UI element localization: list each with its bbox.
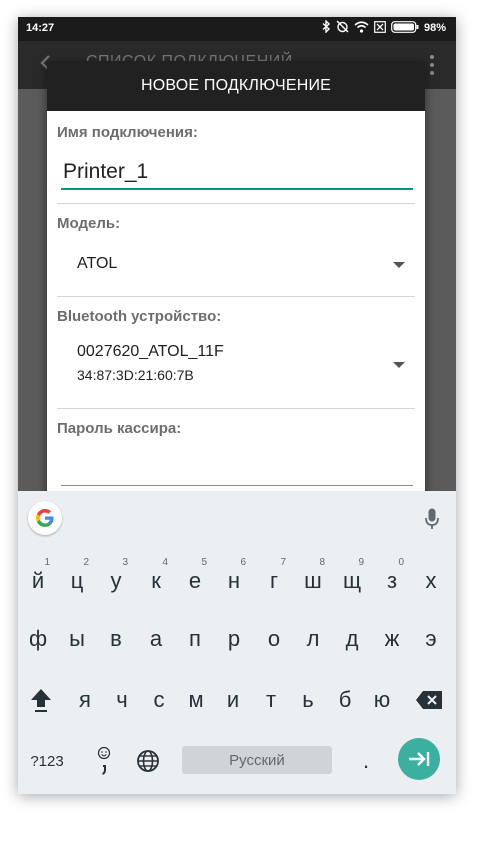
- bluetooth-device-select[interactable]: 0027620_ATOL_11F 34:87:3D:21:60:7B: [57, 333, 415, 403]
- divider: [57, 408, 415, 409]
- microphone-icon[interactable]: [425, 508, 439, 534]
- status-bar: 14:27 98%: [18, 17, 456, 41]
- emoji-comma-key[interactable]: [84, 733, 124, 789]
- period-key[interactable]: .: [346, 733, 386, 789]
- overflow-menu-icon[interactable]: [430, 55, 434, 79]
- key[interactable]: ы: [57, 611, 97, 667]
- key[interactable]: з0: [372, 553, 412, 609]
- key[interactable]: е5: [175, 553, 215, 609]
- bluetooth-device-name: 0027620_ATOL_11F: [77, 343, 224, 360]
- key[interactable]: ц2: [57, 553, 97, 609]
- symbols-key[interactable]: ?123: [24, 733, 70, 789]
- key[interactable]: н6: [214, 553, 254, 609]
- cashier-password-input[interactable]: [61, 455, 413, 486]
- connection-name-label: Имя подключения:: [57, 124, 198, 141]
- key[interactable]: щ9: [332, 553, 372, 609]
- dropdown-arrow-icon: [393, 362, 405, 368]
- google-icon[interactable]: [28, 501, 62, 535]
- bluetooth-icon: [322, 19, 331, 36]
- key[interactable]: к4: [136, 553, 176, 609]
- key[interactable]: л: [293, 611, 333, 667]
- keyboard-suggestion-bar: [18, 491, 456, 545]
- key[interactable]: м: [176, 672, 216, 728]
- key[interactable]: в: [96, 611, 136, 667]
- bluetooth-device-address: 34:87:3D:21:60:7B: [77, 367, 194, 383]
- soft-keyboard: й1 ц2 у3 к4 е5 н6 г7 ш8 щ9 з0 х ф ы в а …: [18, 491, 456, 794]
- key[interactable]: с: [139, 672, 179, 728]
- bluetooth-device-label: Bluetooth устройство:: [57, 308, 222, 325]
- phone-screen: 14:27 98% СПИСОК ПОДКЛЮЧЕНИЙ: [18, 17, 456, 794]
- key[interactable]: ш8: [293, 553, 333, 609]
- key[interactable]: р: [214, 611, 254, 667]
- key[interactable]: б: [325, 672, 365, 728]
- key[interactable]: ь: [288, 672, 328, 728]
- key[interactable]: х: [411, 553, 451, 609]
- keyboard-row-2: ф ы в а п р о л д ж э: [18, 611, 456, 667]
- key[interactable]: й1: [18, 553, 58, 609]
- key[interactable]: ф: [18, 611, 58, 667]
- model-label: Модель:: [57, 215, 121, 232]
- model-select[interactable]: ATOL: [57, 239, 415, 291]
- key[interactable]: э: [411, 611, 451, 667]
- dropdown-arrow-icon: [393, 262, 405, 268]
- key[interactable]: г7: [254, 553, 294, 609]
- key[interactable]: ж: [372, 611, 412, 667]
- key[interactable]: д: [332, 611, 372, 667]
- key[interactable]: и: [213, 672, 253, 728]
- key[interactable]: т: [251, 672, 291, 728]
- globe-icon[interactable]: [128, 733, 168, 789]
- new-connection-dialog: НОВОЕ ПОДКЛЮЧЕНИЕ Имя подключения: Модел…: [47, 61, 425, 521]
- model-value: ATOL: [77, 255, 118, 272]
- divider: [57, 296, 415, 297]
- battery-icon: [391, 20, 419, 36]
- keyboard-row-1: й1 ц2 у3 к4 е5 н6 г7 ш8 щ9 з0 х: [18, 553, 456, 609]
- key[interactable]: о: [254, 611, 294, 667]
- dialog-title: НОВОЕ ПОДКЛЮЧЕНИЕ: [47, 61, 425, 111]
- keyboard-row-3: я ч с м и т ь б ю: [18, 672, 456, 728]
- key[interactable]: а: [136, 611, 176, 667]
- enter-key[interactable]: [398, 738, 440, 780]
- key[interactable]: п: [175, 611, 215, 667]
- no-sim-icon: [374, 20, 386, 36]
- key[interactable]: ю: [362, 672, 402, 728]
- cashier-password-label: Пароль кассира:: [57, 420, 182, 437]
- divider: [57, 203, 415, 204]
- status-icons: 98%: [322, 19, 446, 36]
- alarm-off-icon: [336, 20, 349, 36]
- wifi-icon: [354, 20, 369, 36]
- key[interactable]: я: [65, 672, 105, 728]
- key[interactable]: у3: [96, 553, 136, 609]
- space-bar[interactable]: Русский: [182, 746, 332, 774]
- keyboard-row-4: ?123 Русский .: [18, 728, 456, 794]
- key[interactable]: ч: [102, 672, 142, 728]
- shift-icon[interactable]: [21, 672, 61, 728]
- battery-percent: 98%: [423, 22, 446, 34]
- connection-name-input[interactable]: [61, 158, 413, 190]
- backspace-icon[interactable]: [409, 672, 449, 728]
- status-time: 14:27: [26, 22, 55, 34]
